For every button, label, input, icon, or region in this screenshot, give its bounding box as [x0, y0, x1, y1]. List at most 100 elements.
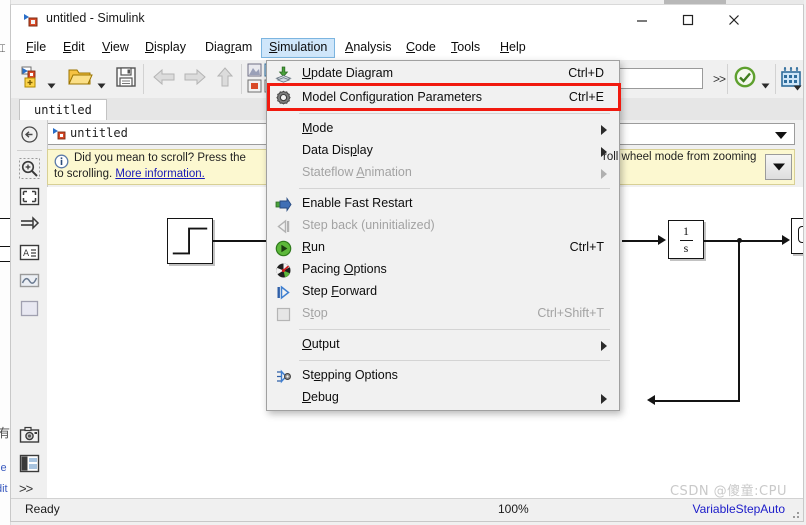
- menubar-item-help[interactable]: Help: [493, 38, 533, 58]
- arrow-into-integrator: [658, 235, 666, 245]
- menu-item-pacing-options[interactable]: Pacing Options: [268, 259, 618, 281]
- menubar-item-analysis[interactable]: Analysis: [338, 38, 399, 58]
- palette-navigate-back-icon[interactable]: [19, 124, 40, 145]
- model-advisor-check-button[interactable]: [733, 65, 757, 94]
- toolbar-overflow-button[interactable]: >>: [713, 72, 726, 86]
- wire-gain-to-integrator: [622, 240, 660, 242]
- info-icon: [54, 154, 69, 169]
- background-text-char: 有: [0, 426, 11, 440]
- menubar-item-diagram[interactable]: Diagram: [198, 38, 259, 58]
- arrow-into-scope: [782, 235, 790, 245]
- menu-item-step-back-label: Step back (uninitialized): [302, 218, 435, 232]
- model-advisor-small-button[interactable]: [247, 79, 263, 99]
- chevron-down-icon: [772, 163, 785, 171]
- title-bar: untitled - Simulink: [11, 5, 803, 35]
- zoom-level-label[interactable]: 100%: [498, 502, 529, 516]
- menu-item-model-configuration-parameters[interactable]: Model Configuration Parameters Ctrl+E: [268, 87, 618, 109]
- resize-grip[interactable]: [790, 509, 800, 519]
- menu-item-run[interactable]: Run Ctrl+T: [268, 237, 618, 259]
- status-bar: Ready 100% VariableStepAuto: [11, 498, 803, 521]
- menu-separator-1: [299, 113, 610, 114]
- simulink-model-icon: [52, 127, 67, 141]
- chevron-down-icon[interactable]: [775, 132, 787, 139]
- palette-annotation-icon[interactable]: A: [19, 242, 40, 263]
- menu-item-output[interactable]: Output: [268, 334, 618, 356]
- banner-line-2: to scrolling. More information.: [54, 168, 205, 180]
- arrow-feedback-left: [647, 395, 655, 405]
- step-block[interactable]: [167, 218, 213, 264]
- menubar-item-display[interactable]: Display: [138, 38, 193, 58]
- menu-item-pacing-options-label: Pacing Options: [302, 262, 387, 276]
- palette-fit-to-view-icon[interactable]: [19, 186, 40, 207]
- menu-item-mode[interactable]: Mode: [268, 118, 618, 140]
- palette-layout-panel-icon[interactable]: [19, 453, 40, 474]
- menubar-item-code[interactable]: Code: [399, 38, 443, 58]
- menu-item-step-forward[interactable]: Step Forward: [268, 281, 618, 303]
- menu-item-run-label: Run: [302, 240, 325, 254]
- background-link-1: le: [0, 462, 7, 474]
- wire-feedback-down: [738, 240, 740, 401]
- minimize-button[interactable]: [619, 5, 665, 34]
- palette-separator: [17, 150, 42, 151]
- new-model-button[interactable]: [19, 65, 43, 94]
- palette-signal-routing-icon[interactable]: [19, 214, 40, 235]
- simulation-stop-time-field[interactable]: [611, 68, 703, 89]
- simulation-dropdown-menu: Update Diagram Ctrl+D Model Configuratio…: [266, 60, 621, 411]
- menu-item-stop-accel: Ctrl+Shift+T: [537, 306, 604, 320]
- banner-expand-button[interactable]: [765, 154, 792, 180]
- scope-block[interactable]: [791, 218, 803, 254]
- integrator-block[interactable]: 1 s: [668, 220, 704, 259]
- new-model-dropdown-caret[interactable]: [47, 77, 56, 89]
- more-information-link[interactable]: More information.: [115, 168, 204, 180]
- open-dropdown-caret[interactable]: [97, 77, 106, 89]
- stop-icon: [275, 306, 292, 323]
- menu-item-debug[interactable]: Debug: [268, 387, 618, 409]
- tab-untitled[interactable]: untitled: [19, 99, 107, 120]
- open-folder-button[interactable]: [67, 65, 93, 94]
- menu-item-stateflow-animation-label: Stateflow Animation: [302, 165, 412, 179]
- menu-item-stepping-options-label: Stepping Options: [302, 368, 398, 382]
- wire-node-to-scope: [740, 240, 784, 242]
- menu-item-debug-label: Debug: [302, 390, 339, 404]
- banner-line-1: Did you mean to scroll? Press the: [74, 152, 246, 164]
- gear-icon: [275, 90, 292, 107]
- chevron-right-icon: [601, 169, 607, 179]
- up-to-parent-button[interactable]: [213, 65, 237, 94]
- window-title: untitled - Simulink: [46, 11, 145, 25]
- menu-item-enable-fast-restart[interactable]: Enable Fast Restart: [268, 193, 618, 215]
- integrator-denominator: s: [683, 241, 689, 255]
- menubar-item-tools[interactable]: Tools: [444, 38, 487, 58]
- build-dropdown-caret[interactable]: [793, 79, 802, 91]
- menu-item-stepping-options[interactable]: Stepping Options: [268, 365, 618, 387]
- toolbar-separator-4: [775, 64, 776, 94]
- menu-item-update-diagram-accel: Ctrl+D: [568, 66, 604, 80]
- back-button[interactable]: [151, 65, 177, 94]
- menubar-item-view[interactable]: View: [95, 38, 136, 58]
- svg-text:A: A: [23, 249, 30, 259]
- save-button[interactable]: [115, 65, 137, 94]
- menu-item-run-accel: Ctrl+T: [569, 240, 604, 254]
- background-block-fragment-line: [0, 246, 10, 247]
- forward-button[interactable]: [182, 65, 208, 94]
- menu-item-model-configuration-parameters-label: Model Configuration Parameters: [302, 90, 482, 104]
- menubar-item-simulation[interactable]: Simulation: [261, 38, 336, 58]
- palette-blank-block-icon[interactable]: [19, 298, 40, 319]
- solver-name-label[interactable]: VariableStepAuto: [692, 502, 785, 516]
- fast-restart-icon: [275, 196, 292, 213]
- close-button[interactable]: [711, 5, 757, 34]
- menu-item-update-diagram[interactable]: Update Diagram Ctrl+D: [268, 63, 618, 85]
- maximize-button[interactable]: [665, 5, 711, 34]
- palette-scope-signal-icon[interactable]: [19, 270, 40, 291]
- menubar-item-edit[interactable]: Edit: [56, 38, 92, 58]
- menu-separator-3: [299, 329, 610, 330]
- model-advisor-dropdown-caret[interactable]: [761, 77, 770, 89]
- menubar-item-file[interactable]: File: [19, 38, 53, 58]
- menu-item-data-display[interactable]: Data Display: [268, 140, 618, 162]
- background-link-2: dit: [0, 483, 8, 495]
- menu-item-stop: Stop Ctrl+Shift+T: [268, 303, 618, 325]
- step-forward-icon: [275, 284, 292, 301]
- menu-item-output-label: Output: [302, 337, 340, 351]
- banner-line-1-continuation: roll wheel mode from zooming: [603, 151, 757, 163]
- palette-zoom-in-icon[interactable]: [19, 158, 40, 179]
- palette-camera-icon[interactable]: [19, 425, 40, 446]
